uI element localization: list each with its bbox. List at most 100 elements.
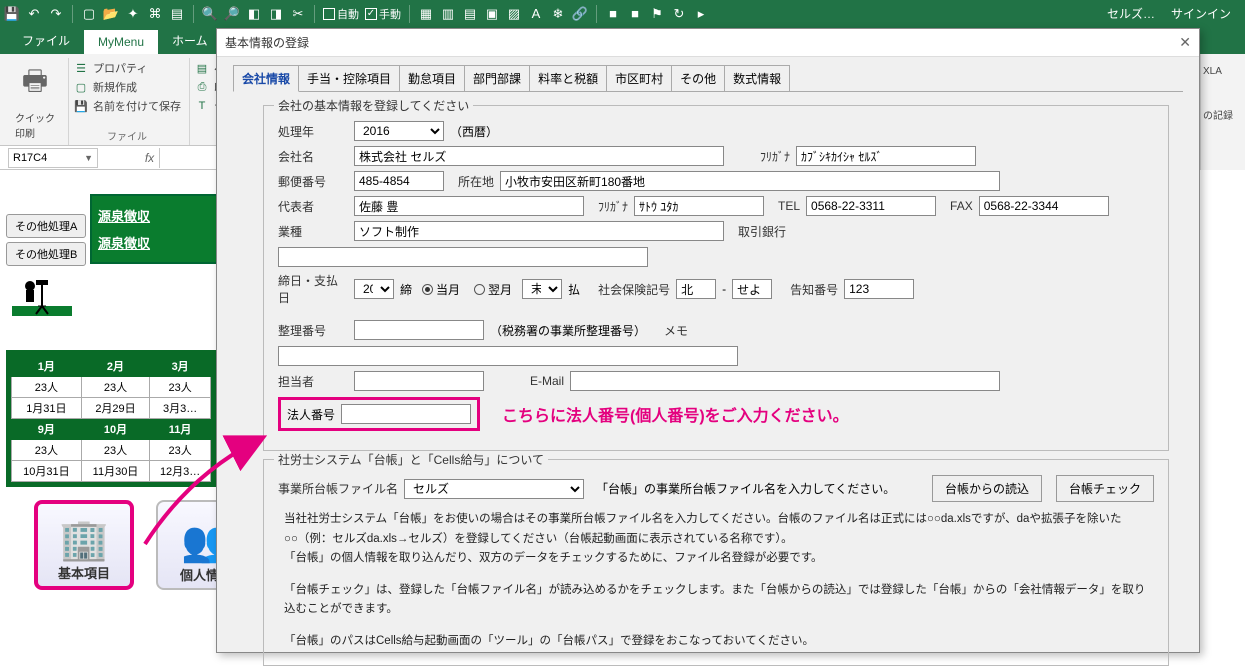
- dialog-title: 基本情報の登録: [225, 34, 309, 51]
- office-file-label: 事業所台帳ファイル名: [278, 480, 398, 497]
- address-input[interactable]: [500, 171, 1000, 191]
- misc1-icon[interactable]: ◧: [246, 6, 262, 22]
- grid1-icon[interactable]: ▦: [418, 6, 434, 22]
- dlg-tab-formula[interactable]: 数式情報: [724, 65, 790, 92]
- auto-checkbox[interactable]: 自動: [323, 6, 359, 22]
- company-input[interactable]: [354, 146, 724, 166]
- misc2-icon[interactable]: ◨: [268, 6, 284, 22]
- play-icon[interactable]: ▸: [693, 6, 709, 22]
- fax-input[interactable]: [979, 196, 1109, 216]
- close-icon[interactable]: ✕: [1179, 34, 1191, 51]
- year-label: 処理年: [278, 123, 348, 140]
- open-icon[interactable]: 📂: [103, 6, 119, 22]
- quick-access-toolbar: 💾 ↶ ↷ ▢ 📂 ✦ ⌘ ▤ 🔍 🔎 ◧ ◨ ✂ 自動 ✓手動 ▦ ▥ ▤ ▣…: [0, 0, 1245, 27]
- flag-icon[interactable]: ⚑: [649, 6, 665, 22]
- tool3-icon[interactable]: ▤: [169, 6, 185, 22]
- fieldset1-legend: 会社の基本情報を登録してください: [274, 97, 473, 114]
- close-day-select[interactable]: 20: [354, 279, 394, 299]
- workbook-name: セルズ…: [1107, 5, 1155, 22]
- grid2-icon[interactable]: ▥: [440, 6, 456, 22]
- notice-input[interactable]: [844, 279, 914, 299]
- new-file-button[interactable]: ▢新規作成: [73, 79, 181, 95]
- fx-button[interactable]: fx: [140, 148, 160, 168]
- refresh-icon[interactable]: ↻: [671, 6, 687, 22]
- dlg-tab-company[interactable]: 会社情報: [233, 65, 299, 92]
- ribbon-right-cut: XLA の記録: [1200, 54, 1245, 170]
- grid4-icon[interactable]: ▣: [484, 6, 500, 22]
- memo-input[interactable]: [278, 346, 738, 366]
- new-icon[interactable]: ▢: [81, 6, 97, 22]
- name-box[interactable]: R17C4▼: [8, 148, 98, 168]
- month-current-radio[interactable]: 当月: [422, 281, 460, 298]
- tab-mymenu[interactable]: MyMenu: [84, 30, 158, 54]
- company-basic-fieldset: 会社の基本情報を登録してください 処理年 2016 （西暦） 会社名 ﾌﾘｶﾞﾅ…: [263, 105, 1169, 451]
- tab-file[interactable]: ファイル: [8, 27, 84, 54]
- save-as-button[interactable]: 💾名前を付けて保存: [73, 98, 181, 114]
- page-icon: ▤: [194, 60, 210, 76]
- company-furi-input[interactable]: [796, 146, 976, 166]
- grid3-icon[interactable]: ▤: [462, 6, 478, 22]
- houjin-input[interactable]: [341, 404, 471, 424]
- tool-icon[interactable]: ✦: [125, 6, 141, 22]
- tab-home[interactable]: ホーム: [158, 27, 222, 54]
- newdoc-icon: ▢: [73, 79, 89, 95]
- dlg-tab-city[interactable]: 市区町村: [606, 65, 672, 92]
- rep-furi-input[interactable]: [634, 196, 764, 216]
- help-text-block: 当社社労士システム「台帳」をお使いの場合はその事業所台帳ファイル名を入力してくだ…: [284, 510, 1154, 651]
- signin-link[interactable]: サインイン: [1171, 5, 1231, 22]
- si-code1-input[interactable]: [676, 279, 716, 299]
- daicho-check-button[interactable]: 台帳チェック: [1056, 475, 1154, 502]
- redo-icon[interactable]: ↷: [48, 6, 64, 22]
- tool2-icon[interactable]: ⌘: [147, 6, 163, 22]
- misc3-icon[interactable]: ✂: [290, 6, 306, 22]
- zoomout-icon[interactable]: 🔎: [224, 6, 240, 22]
- postal-input[interactable]: [354, 171, 444, 191]
- link-gensen-1[interactable]: 源泉徴収: [98, 202, 212, 229]
- dlg-tab-attendance[interactable]: 勤怠項目: [399, 65, 465, 92]
- bank-label: 取引銀行: [738, 223, 786, 240]
- grid5-icon[interactable]: ▨: [506, 6, 522, 22]
- link-icon[interactable]: 🔗: [572, 6, 588, 22]
- manual-checkbox[interactable]: ✓手動: [365, 6, 401, 22]
- tel-input[interactable]: [806, 196, 936, 216]
- office-file-select[interactable]: セルズ: [404, 479, 584, 499]
- fax-label: FAX: [950, 199, 973, 213]
- property-button[interactable]: ☰プロパティ: [73, 60, 181, 76]
- dlg-tab-other[interactable]: その他: [671, 65, 725, 92]
- biz-input[interactable]: [354, 221, 724, 241]
- dlg-tab-allowance[interactable]: 手当・控除項目: [298, 65, 400, 92]
- sq1-icon[interactable]: ■: [605, 6, 621, 22]
- surveyor-icon: [12, 276, 72, 316]
- text-icon: T: [194, 98, 210, 114]
- person-input[interactable]: [354, 371, 484, 391]
- snow-icon[interactable]: ❄: [550, 6, 566, 22]
- month-next-radio[interactable]: 翌月: [474, 281, 512, 298]
- dialog-titlebar: 基本情報の登録 ✕: [217, 29, 1199, 57]
- textbox-icon[interactable]: A: [528, 6, 544, 22]
- si-code2-input[interactable]: [732, 279, 772, 299]
- link-gensen-2[interactable]: 源泉徴収: [98, 229, 212, 256]
- seiri-input[interactable]: [354, 320, 484, 340]
- chevron-down-icon: ▼: [84, 153, 93, 163]
- months-table: 1月2月3月 23人23人23人 1月31日2月29日3月3… 9月10月11月…: [11, 355, 211, 482]
- rep-input[interactable]: [354, 196, 584, 216]
- zoomin-icon[interactable]: 🔍: [202, 6, 218, 22]
- other-process-a-button[interactable]: その他処理A: [6, 214, 86, 238]
- office-file-note: 「台帳」の事業所台帳ファイル名を入力してください。: [596, 480, 895, 497]
- load-from-daicho-button[interactable]: 台帳からの読込: [932, 475, 1042, 502]
- dialog-tabs: 会社情報 手当・控除項目 勤怠項目 部門部課 料率と税額 市区町村 その他 数式…: [217, 57, 1199, 92]
- quick-print-button[interactable]: 🖶 クイック 印刷: [10, 60, 60, 145]
- email-input[interactable]: [570, 371, 1000, 391]
- dlg-tab-department[interactable]: 部門部課: [464, 65, 530, 92]
- pay-day-select[interactable]: 末: [522, 279, 562, 299]
- basic-items-card[interactable]: 🏢 基本項目: [34, 500, 134, 590]
- rep-furi-label: ﾌﾘｶﾞﾅ: [598, 198, 628, 215]
- bank-input[interactable]: [278, 247, 648, 267]
- year-select[interactable]: 2016: [354, 121, 444, 141]
- other-process-b-button[interactable]: その他処理B: [6, 242, 86, 266]
- undo-icon[interactable]: ↶: [26, 6, 42, 22]
- sq2-icon[interactable]: ■: [627, 6, 643, 22]
- green-link-panel: 源泉徴収 源泉徴収: [90, 194, 220, 264]
- save-icon[interactable]: 💾: [4, 6, 20, 22]
- dlg-tab-rate[interactable]: 料率と税額: [529, 65, 607, 92]
